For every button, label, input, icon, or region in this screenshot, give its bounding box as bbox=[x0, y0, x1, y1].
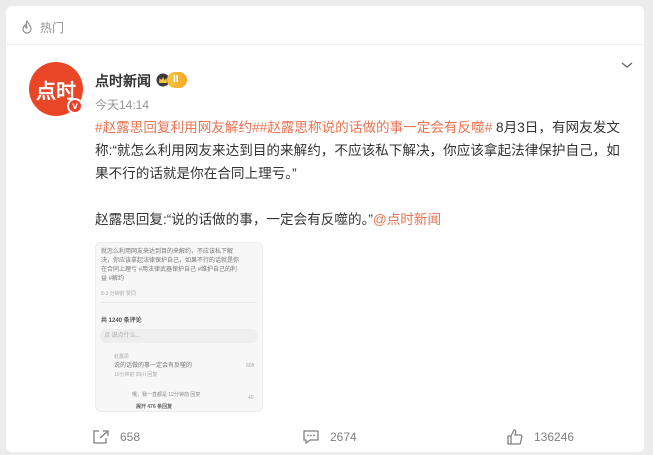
post-action-bar: 658 2674 136246 bbox=[6, 422, 644, 452]
mention-link[interactable]: @点时新闻 bbox=[373, 212, 441, 227]
hashtag-link[interactable]: #赵露思回复利用网友解约##赵露思称说的话做的事一定会有反噬# bbox=[95, 120, 492, 135]
hot-label: 热门 bbox=[40, 20, 65, 35]
post-text: #赵露思回复利用网友解约##赵露思称说的话做的事一定会有反噬# 8月3日，有网友… bbox=[95, 116, 625, 231]
like-button[interactable]: 136246 bbox=[506, 422, 574, 452]
thumbnail-comment-1: 赵露思 说的话做的事一定会有反噬的 10分钟前 四川 回复 bbox=[114, 354, 193, 378]
comment-count: 2674 bbox=[330, 430, 357, 444]
weibo-post-card: 热门 点时 v 点时新闻 II 今天14:14 #赵露思回复利用网友解约##赵露… bbox=[6, 6, 644, 452]
thumbs-up-icon bbox=[507, 429, 523, 445]
verified-badge: v bbox=[67, 98, 83, 114]
thumbnail-comment-input: 点 说点什么... bbox=[100, 329, 258, 343]
header-divider bbox=[6, 44, 644, 45]
comment-icon bbox=[303, 430, 319, 445]
share-count: 658 bbox=[120, 430, 141, 444]
post-image-thumbnail[interactable]: 就怎么利用网友来达到目的来解约，不应该私下解 决，你应该拿起法律保护自己，如果不… bbox=[95, 242, 263, 412]
share-button[interactable]: 658 bbox=[92, 422, 140, 452]
author-name[interactable]: 点时新闻 bbox=[95, 71, 151, 91]
screenshot-content: 就怎么利用网友来达到目的来解约，不应该私下解 决，你应该拿起法律保护自己，如果不… bbox=[101, 248, 257, 326]
hot-section-header[interactable]: 热门 bbox=[20, 16, 64, 38]
like-count: 136246 bbox=[534, 430, 575, 444]
share-icon bbox=[93, 430, 109, 444]
member-level-badge[interactable]: II bbox=[156, 72, 187, 88]
comment-button[interactable]: 2674 bbox=[302, 422, 357, 452]
fire-icon bbox=[22, 20, 32, 34]
post-paragraph-1: #赵露思回复利用网友解约##赵露思称说的话做的事一定会有反噬# 8月3日，有网友… bbox=[95, 116, 625, 185]
post-time[interactable]: 今天14:14 bbox=[95, 96, 149, 113]
chevron-down-icon[interactable] bbox=[620, 60, 634, 70]
reply-quote-text: 赵露思回复:“说的话做的事，一定会有反噬的。” bbox=[95, 212, 373, 227]
post-paragraph-2: 赵露思回复:“说的话做的事，一定会有反噬的。”@点时新闻 bbox=[95, 208, 625, 231]
level-text: II bbox=[167, 72, 187, 88]
